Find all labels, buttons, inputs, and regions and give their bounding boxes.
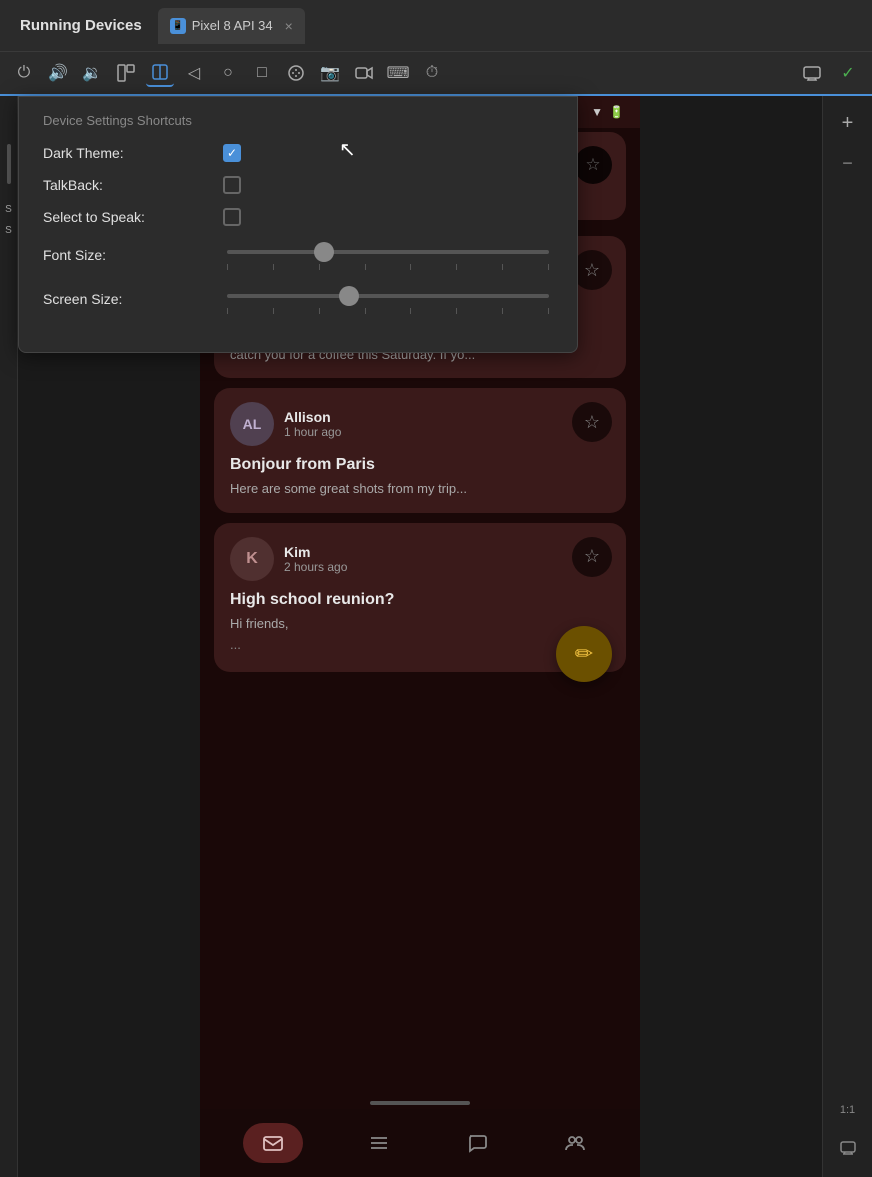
device-tab-label: Pixel 8 API 34: [192, 18, 273, 33]
left-sidebar: S S: [0, 96, 18, 1177]
power-icon[interactable]: ⏻: [10, 59, 38, 87]
keyboard-icon[interactable]: ⌨: [384, 59, 412, 87]
kim-avatar: K: [230, 537, 274, 581]
app-title: Running Devices: [8, 17, 154, 34]
allison-sender-name: Allison: [284, 409, 341, 425]
kim-card-header: K Kim 2 hours ago: [230, 537, 610, 581]
select-to-speak-label: Select to Speak:: [43, 209, 223, 225]
email-card-allison[interactable]: AL Allison 1 hour ago ☆ Bonjour from Par…: [214, 388, 626, 512]
device-tab[interactable]: 📱 Pixel 8 API 34 ×: [158, 8, 305, 44]
allison-avatar: AL: [230, 402, 274, 446]
battery-icon: 🔋: [609, 105, 624, 119]
kim-star-button[interactable]: ☆: [572, 537, 612, 577]
font-size-label: Font Size:: [43, 247, 223, 263]
right-sidebar: + − 1:1: [822, 96, 872, 1177]
allison-card-header: AL Allison 1 hour ago: [230, 402, 610, 446]
allison-sender-info: Allison 1 hour ago: [284, 409, 341, 439]
main-content: S S Device Settings Shortcuts Dark Theme…: [0, 96, 872, 1177]
sidebar-label-s: S: [5, 204, 12, 215]
partial-star-btn[interactable]: ☆: [574, 146, 612, 184]
kim-sender-name: Kim: [284, 544, 347, 560]
screen-size-label: Screen Size:: [43, 291, 223, 307]
talkback-row: TalkBack:: [43, 176, 553, 194]
nav-chat-button[interactable]: [455, 1121, 499, 1165]
font-size-slider-track: [227, 250, 549, 254]
kim-sender-info: Kim 2 hours ago: [284, 544, 347, 574]
wifi-icon: ▼: [591, 105, 603, 119]
compose-fab-button[interactable]: ✏: [556, 626, 612, 682]
zoom-out-button[interactable]: −: [838, 149, 857, 178]
font-size-ticks: [227, 264, 549, 270]
kim-sender-time: 2 hours ago: [284, 560, 347, 574]
top-bar: Running Devices 📱 Pixel 8 API 34 ×: [0, 0, 872, 52]
volume-up-icon[interactable]: 🔊: [44, 59, 72, 87]
display-icon[interactable]: [798, 59, 826, 87]
talkback-label: TalkBack:: [43, 177, 223, 193]
dark-theme-label: Dark Theme:: [43, 145, 223, 161]
zoom-level: 1:1: [840, 1104, 855, 1116]
timer-icon[interactable]: ⏱: [418, 59, 446, 87]
allison-sender-time: 1 hour ago: [284, 425, 341, 439]
check-icon[interactable]: ✓: [834, 59, 862, 87]
zoom-in-button[interactable]: +: [838, 108, 858, 139]
back-icon[interactable]: ◁: [180, 59, 208, 87]
screen-size-slider-track: [227, 294, 549, 298]
screen-mode-button[interactable]: [835, 1134, 861, 1165]
kim-email-subject: High school reunion?: [230, 591, 610, 609]
layout-icon[interactable]: [112, 59, 140, 87]
dark-theme-checkbox[interactable]: [223, 144, 241, 162]
gamepad-icon[interactable]: [282, 59, 310, 87]
tab-close-button[interactable]: ×: [285, 18, 293, 34]
allison-email-preview: Here are some great shots from my trip..…: [230, 480, 610, 498]
font-size-slider-thumb[interactable]: [314, 242, 334, 262]
home-icon[interactable]: ○: [214, 59, 242, 87]
nav-contacts-button[interactable]: [553, 1121, 597, 1165]
screen-size-slider-thumb[interactable]: [339, 286, 359, 306]
talkback-checkbox[interactable]: [223, 176, 241, 194]
screen-size-row: Screen Size:: [43, 284, 553, 314]
left-sidebar-indicator: [7, 144, 11, 184]
kim-ellipsis: ...: [230, 637, 610, 652]
ali-star-button[interactable]: ☆: [572, 250, 612, 290]
font-size-row: Font Size:: [43, 240, 553, 270]
settings-title: Device Settings Shortcuts: [43, 113, 553, 128]
kim-email-preview: Hi friends,: [230, 615, 610, 633]
settings-overlay: Device Settings Shortcuts Dark Theme: Ta…: [18, 96, 578, 353]
allison-email-subject: Bonjour from Paris: [230, 456, 610, 474]
bottom-navigation: [200, 1109, 640, 1177]
sidebar-label-s2: S: [5, 225, 12, 236]
toolbar: ⏻ 🔊 🔉 ◁ ○ □ 📷 ⌨ ⏱ ✓: [0, 52, 872, 96]
video-icon[interactable]: [350, 59, 378, 87]
font-size-slider-container[interactable]: [223, 240, 553, 270]
camera-icon[interactable]: 📷: [316, 59, 344, 87]
screen-size-slider-container[interactable]: [223, 284, 553, 314]
volume-down-icon[interactable]: 🔉: [78, 59, 106, 87]
rotate-icon[interactable]: [146, 59, 174, 87]
nav-mail-button[interactable]: [243, 1123, 303, 1163]
dark-theme-row: Dark Theme:: [43, 144, 553, 162]
select-to-speak-row: Select to Speak:: [43, 208, 553, 226]
email-card-kim[interactable]: K Kim 2 hours ago ☆ High school reunion?…: [214, 523, 626, 672]
recents-icon[interactable]: □: [248, 59, 276, 87]
toolbar-right: ✓: [798, 59, 862, 87]
scroll-indicator: [370, 1101, 470, 1105]
screen-size-ticks: [227, 308, 549, 314]
device-tab-icon: 📱: [170, 18, 186, 34]
select-to-speak-checkbox[interactable]: [223, 208, 241, 226]
nav-list-button[interactable]: [357, 1121, 401, 1165]
